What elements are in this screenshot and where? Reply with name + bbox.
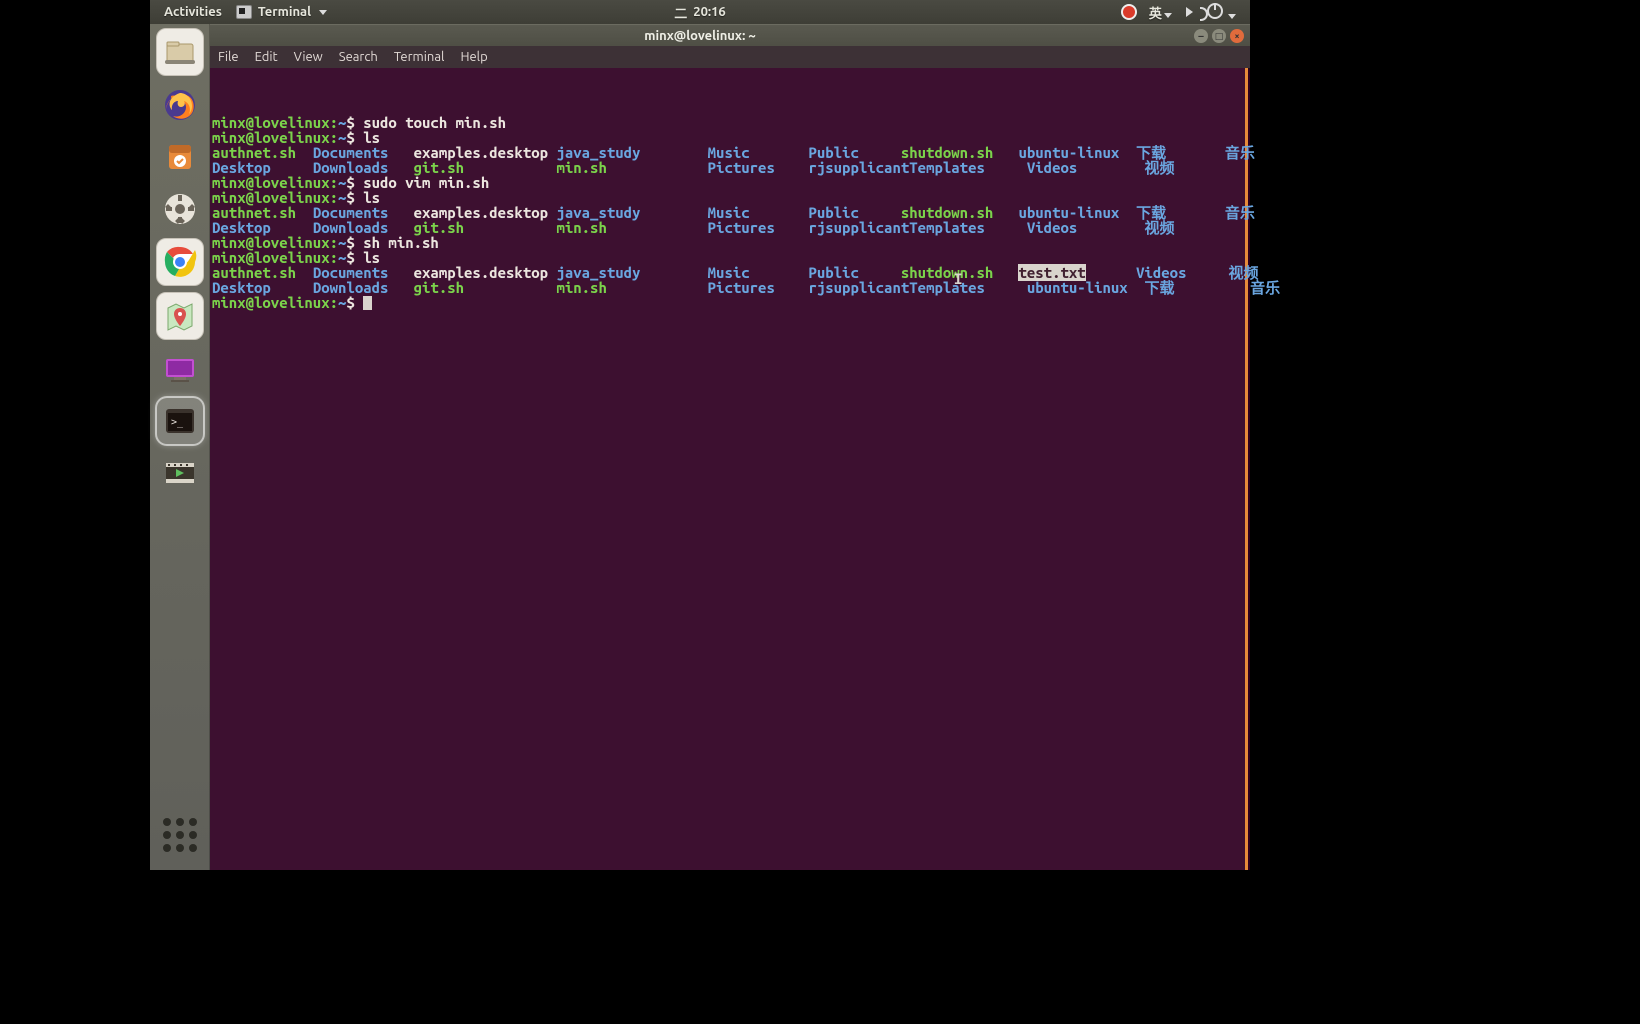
menu-help[interactable]: Help xyxy=(460,50,487,64)
menu-file[interactable]: File xyxy=(218,50,239,64)
power-menu[interactable] xyxy=(1207,3,1236,22)
app-menu[interactable]: Terminal xyxy=(236,5,327,19)
clock-time: 20:16 xyxy=(693,5,726,19)
terminal-app-icon xyxy=(236,5,252,19)
power-icon xyxy=(1207,3,1223,19)
app-menu-label: Terminal xyxy=(258,5,311,19)
clock[interactable]: 二 20:16 xyxy=(674,3,726,22)
maps-icon[interactable] xyxy=(156,292,204,340)
window-minimize-button[interactable]: ‒ xyxy=(1194,29,1208,43)
menu-search[interactable]: Search xyxy=(339,50,378,64)
window-maximize-button[interactable]: □ xyxy=(1212,29,1226,43)
firefox-icon[interactable] xyxy=(157,82,203,128)
text-cursor-ibeam: I xyxy=(954,271,962,286)
screen-record-icon[interactable] xyxy=(1123,6,1135,18)
chevron-down-icon xyxy=(1228,14,1236,19)
window-title: minx@lovelinux: ~ xyxy=(644,29,755,43)
menu-terminal[interactable]: Terminal xyxy=(394,50,445,64)
clock-prefix: 二 xyxy=(674,3,687,22)
launcher-dock: >_ xyxy=(150,24,210,870)
chrome-icon[interactable] xyxy=(156,238,204,286)
menu-view[interactable]: View xyxy=(294,50,323,64)
input-source[interactable]: 英 xyxy=(1149,3,1172,22)
activities-button[interactable]: Activities xyxy=(164,5,222,19)
terminal-icon[interactable]: >_ xyxy=(157,398,203,444)
menu-edit[interactable]: Edit xyxy=(255,50,278,64)
volume-icon[interactable] xyxy=(1186,7,1193,17)
terminal-cursor xyxy=(363,296,372,310)
window-close-button[interactable]: × xyxy=(1230,29,1244,43)
show-applications-button[interactable] xyxy=(157,812,203,858)
chevron-down-icon xyxy=(1164,13,1172,18)
screenshot-icon[interactable] xyxy=(157,346,203,392)
terminal-output[interactable]: I minx@lovelinux:~$ sudo touch min.shmin… xyxy=(210,68,1248,870)
software-icon[interactable] xyxy=(157,134,203,180)
svg-text:>_: >_ xyxy=(171,417,184,428)
gnome-top-bar: Activities Terminal 二 20:16 英 xyxy=(150,0,1250,24)
terminal-menubar: File Edit View Search Terminal Help xyxy=(210,46,1250,69)
window-titlebar[interactable]: minx@lovelinux: ~ ‒ □ × xyxy=(150,24,1250,48)
chevron-down-icon xyxy=(319,10,327,15)
files-icon[interactable] xyxy=(156,28,204,76)
video-editor-icon[interactable] xyxy=(157,450,203,496)
settings-icon[interactable] xyxy=(157,186,203,232)
